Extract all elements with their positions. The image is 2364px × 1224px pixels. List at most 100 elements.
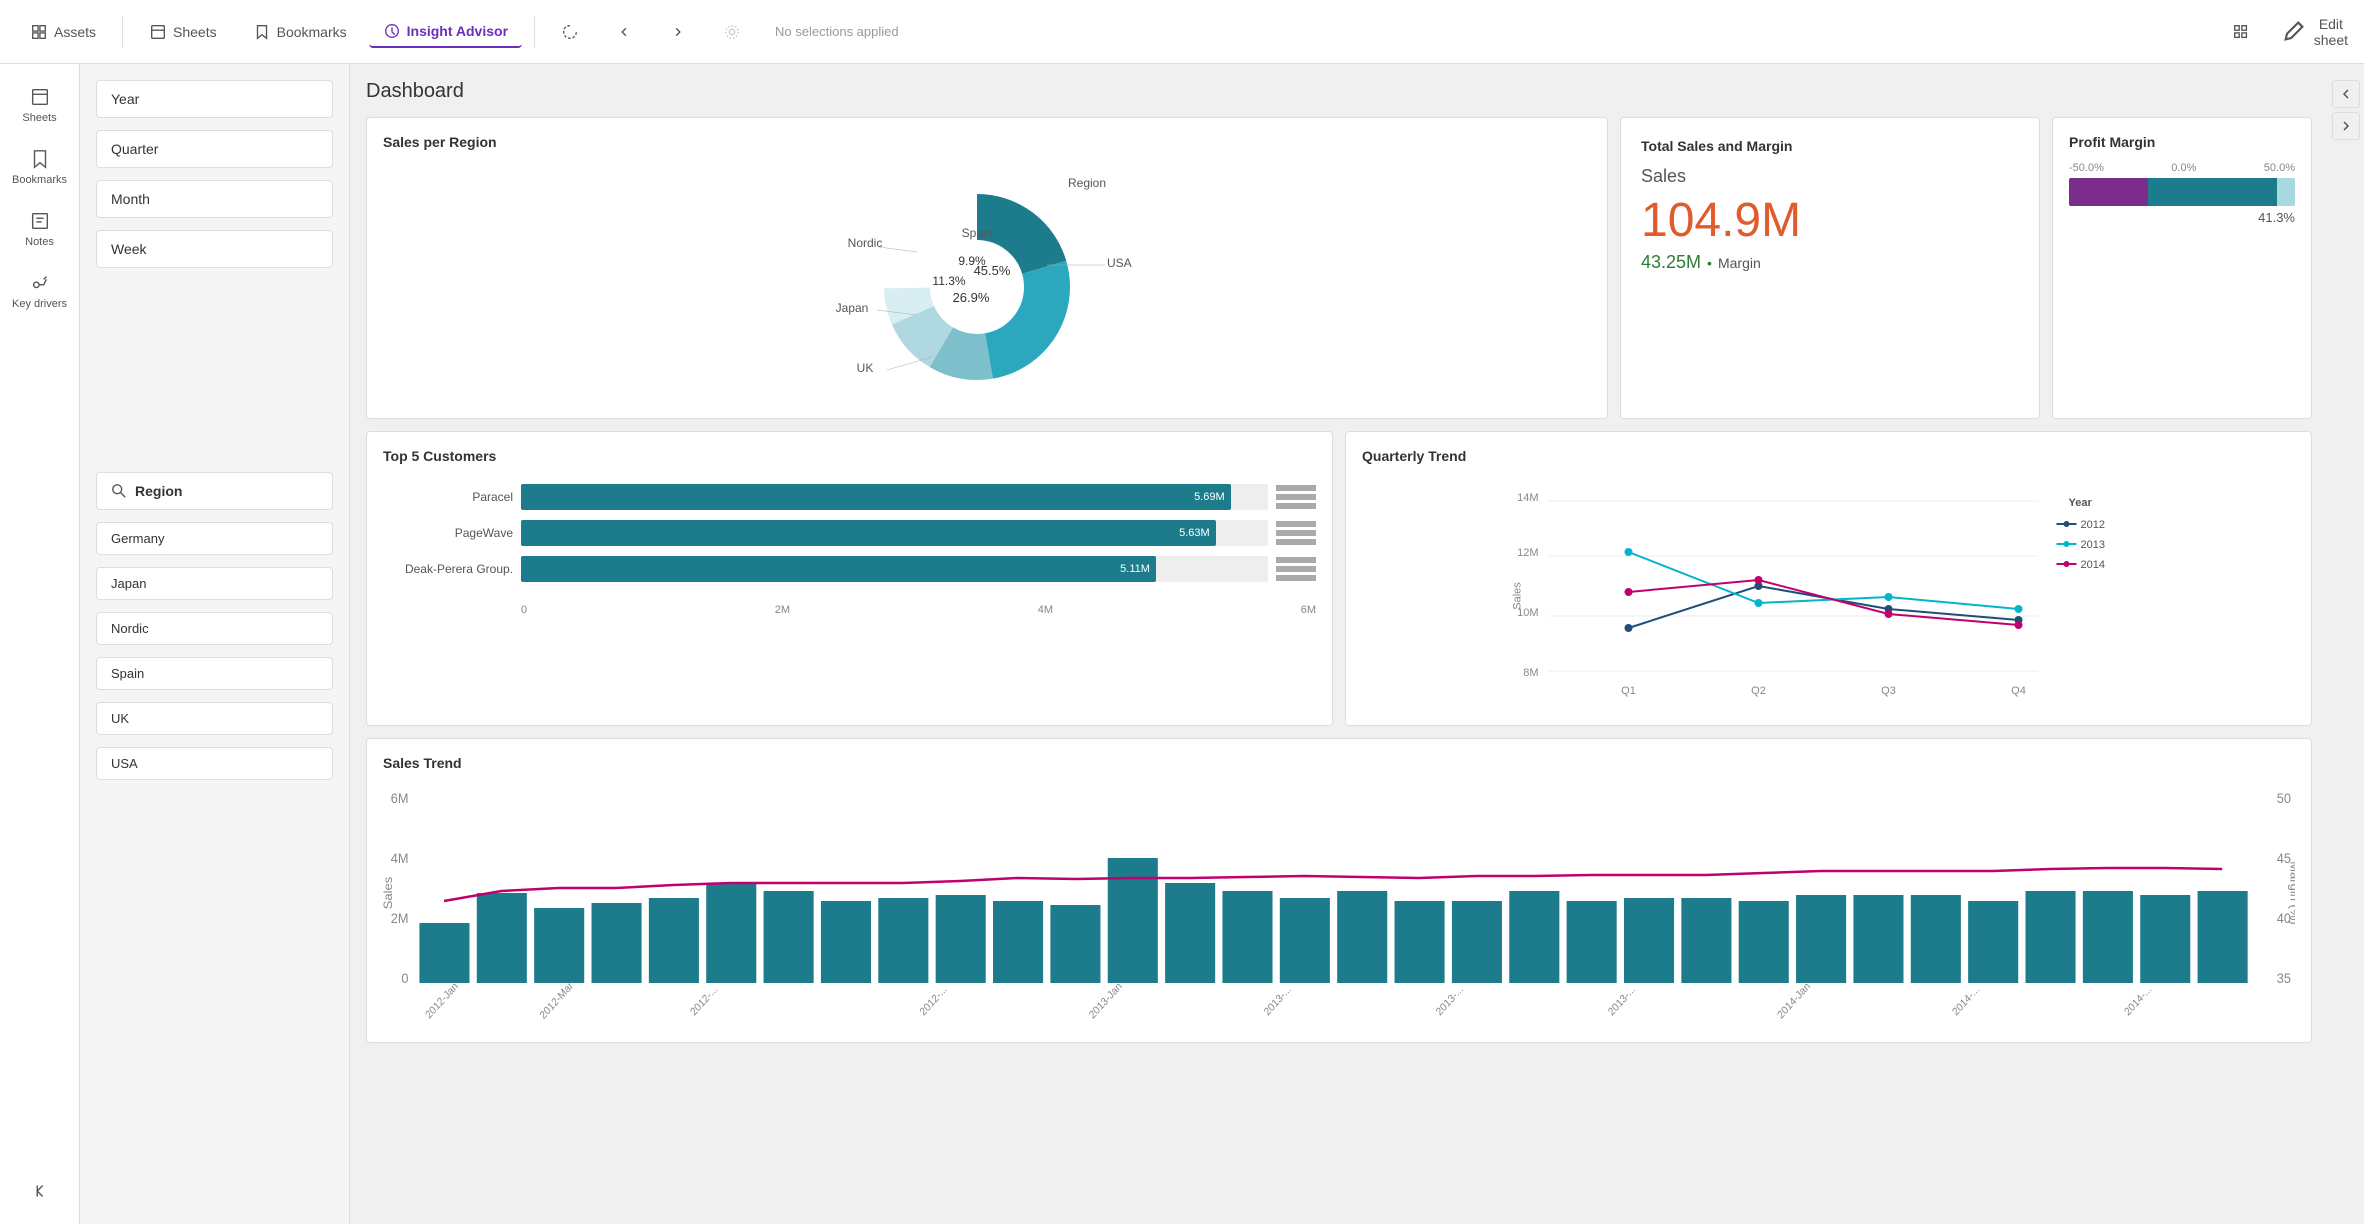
top-nav-right: Edit sheet bbox=[2218, 16, 2348, 48]
svg-text:Q2: Q2 bbox=[1751, 685, 1766, 697]
assets-icon bbox=[30, 23, 48, 41]
bar-2012-jan bbox=[419, 923, 469, 983]
margin-label: Margin bbox=[1718, 255, 1761, 271]
assets-button[interactable]: Assets bbox=[16, 17, 110, 47]
bar-mini-pagewave bbox=[1276, 521, 1316, 545]
svg-text:2013-...: 2013-... bbox=[1434, 983, 1466, 1018]
lock-button[interactable] bbox=[709, 17, 755, 47]
region-germany[interactable]: Germany bbox=[96, 522, 333, 555]
bar-track-pagewave: 5.63M bbox=[521, 520, 1268, 546]
bar-chart: Paracel 5.69M bbox=[383, 476, 1316, 600]
bar-label-paracel: Paracel bbox=[383, 490, 513, 504]
bar-label-deak: Deak-Perera Group. bbox=[383, 562, 513, 576]
svg-text:UK: UK bbox=[857, 361, 874, 375]
bar-val-pagewave: 5.63M bbox=[1179, 527, 1210, 539]
bar-axis: 0 2M 4M 6M bbox=[383, 604, 1316, 616]
next-sheet-button[interactable] bbox=[2332, 112, 2360, 140]
no-selections-label: No selections applied bbox=[775, 24, 899, 39]
lasso-button[interactable] bbox=[547, 17, 593, 47]
total-sales-card: Total Sales and Margin Sales 104.9M 43.2… bbox=[1620, 117, 2040, 419]
quarterly-trend-title: Quarterly Trend bbox=[1362, 448, 2295, 464]
collapse-icon bbox=[29, 1180, 51, 1202]
sheets-button[interactable]: Sheets bbox=[135, 17, 231, 47]
filter-month[interactable]: Month bbox=[96, 180, 333, 218]
bar-fill-pagewave: 5.63M bbox=[521, 520, 1216, 546]
pm-scale-right: 50.0% bbox=[2264, 162, 2295, 174]
profit-margin-bar-container: -50.0% 0.0% 50.0% 41.3% bbox=[2069, 162, 2295, 225]
pm-scale-left: -50.0% bbox=[2069, 162, 2104, 174]
profit-margin-card: Profit Margin -50.0% 0.0% 50.0% 41.3% bbox=[2052, 117, 2312, 419]
nav-divider bbox=[122, 16, 123, 48]
svg-text:50: 50 bbox=[2277, 790, 2291, 806]
bar-track-paracel: 5.69M bbox=[521, 484, 1268, 510]
region-japan[interactable]: Japan bbox=[96, 567, 333, 600]
total-sales-title: Total Sales and Margin bbox=[1641, 138, 2019, 154]
svg-text:2013: 2013 bbox=[2081, 539, 2105, 551]
svg-text:14M: 14M bbox=[1517, 492, 1538, 504]
bar-mini-deak bbox=[1276, 557, 1316, 581]
svg-text:2013-...: 2013-... bbox=[1606, 983, 1638, 1018]
sidebar-collapse[interactable] bbox=[21, 1170, 59, 1224]
bookmarks-sidebar-icon bbox=[29, 148, 51, 170]
svg-text:Year: Year bbox=[2069, 497, 2093, 509]
sales-trend-card: Sales Trend 6M 4M 2M 0 Sales 50 45 40 35… bbox=[366, 738, 2312, 1043]
bar-row-pagewave: PageWave 5.63M bbox=[383, 520, 1316, 546]
chevron-right-icon bbox=[2340, 120, 2352, 132]
insight-advisor-button[interactable]: Insight Advisor bbox=[369, 16, 522, 48]
svg-text:2012-...: 2012-... bbox=[918, 983, 950, 1018]
region-search[interactable]: Region bbox=[96, 472, 333, 510]
sidebar-item-notes[interactable]: Notes bbox=[0, 200, 79, 258]
quarterly-trend-svg: 14M 12M 10M 8M Sales Q1 Q2 Q3 Q4 bbox=[1362, 476, 2295, 706]
svg-text:11.3%: 11.3% bbox=[932, 274, 965, 288]
top-navigation: Assets Sheets Bookmarks Insight Advisor … bbox=[0, 0, 2364, 64]
bar-val-paracel: 5.69M bbox=[1194, 491, 1225, 503]
svg-text:Q3: Q3 bbox=[1881, 685, 1896, 697]
bar-fill-paracel: 5.69M bbox=[521, 484, 1231, 510]
sales-per-region-title: Sales per Region bbox=[383, 134, 1591, 150]
sidebar-item-sheets[interactable]: Sheets bbox=[0, 76, 79, 134]
bar-mini-paracel bbox=[1276, 485, 1316, 509]
back-button[interactable] bbox=[601, 17, 647, 47]
edit-sheet-button[interactable]: Edit sheet bbox=[2280, 16, 2348, 48]
svg-text:4M: 4M bbox=[391, 850, 409, 866]
pm-scale-mid: 0.0% bbox=[2171, 162, 2196, 174]
sales-value: 104.9M bbox=[1641, 193, 2019, 248]
donut-svg: Region USA bbox=[797, 157, 1177, 407]
region-nordic[interactable]: Nordic bbox=[96, 612, 333, 645]
region-usa[interactable]: USA bbox=[96, 747, 333, 780]
forward-icon bbox=[669, 23, 687, 41]
key-drivers-sidebar-icon bbox=[29, 272, 51, 294]
filter-week[interactable]: Week bbox=[96, 230, 333, 268]
forward-button[interactable] bbox=[655, 17, 701, 47]
sales-label: Sales bbox=[1641, 166, 2019, 187]
pm-scale: -50.0% 0.0% 50.0% bbox=[2069, 162, 2295, 174]
svg-text:2012-...: 2012-... bbox=[688, 983, 720, 1018]
bar-val-deak: 5.11M bbox=[1120, 563, 1150, 575]
bar-track-deak: 5.11M bbox=[521, 556, 1268, 582]
filter-quarter[interactable]: Quarter bbox=[96, 130, 333, 168]
svg-text:Sales: Sales bbox=[1512, 582, 1524, 610]
svg-text:Japan: Japan bbox=[836, 301, 869, 315]
filter-panel: Year Quarter Month Week Region Germany J… bbox=[80, 64, 350, 1224]
svg-text:Nordic: Nordic bbox=[848, 236, 883, 250]
lock-icon bbox=[723, 23, 741, 41]
svg-text:2013-...: 2013-... bbox=[1262, 983, 1294, 1018]
region-spain[interactable]: Spain bbox=[96, 657, 333, 690]
filter-year[interactable]: Year bbox=[96, 80, 333, 118]
svg-text:Sales: Sales bbox=[383, 877, 395, 909]
sheets-icon bbox=[149, 23, 167, 41]
region-uk[interactable]: UK bbox=[96, 702, 333, 735]
bar-label-pagewave: PageWave bbox=[383, 526, 513, 540]
bookmarks-button[interactable]: Bookmarks bbox=[239, 17, 361, 47]
sidebar-item-key-drivers[interactable]: Key drivers bbox=[0, 262, 79, 320]
grid-view-button[interactable] bbox=[2218, 17, 2264, 47]
svg-text:2012-Mar: 2012-Mar bbox=[538, 979, 577, 1021]
main-layout: Sheets Bookmarks Notes Key drivers Year … bbox=[0, 64, 2364, 1224]
sales-per-region-card: Sales per Region Region bbox=[366, 117, 1608, 419]
sidebar-item-bookmarks[interactable]: Bookmarks bbox=[0, 138, 79, 196]
svg-text:12M: 12M bbox=[1517, 547, 1538, 559]
svg-text:2014-Jan: 2014-Jan bbox=[1775, 980, 1813, 1021]
prev-sheet-button[interactable] bbox=[2332, 80, 2360, 108]
top5-title: Top 5 Customers bbox=[383, 448, 1316, 464]
page-title: Dashboard bbox=[366, 80, 2312, 103]
